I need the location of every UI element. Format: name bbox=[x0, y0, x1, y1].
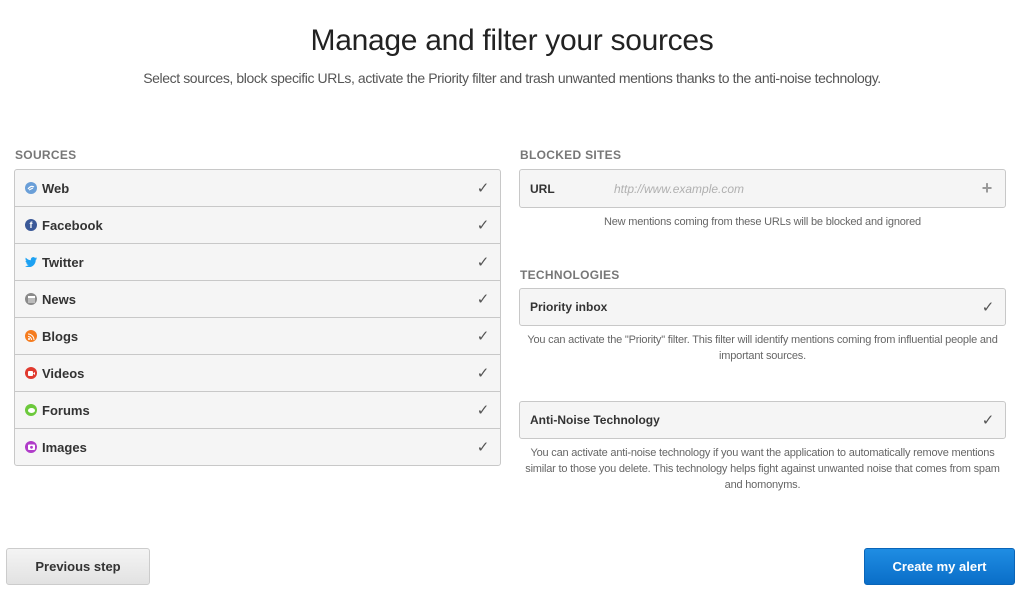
page-subtitle: Select sources, block specific URLs, act… bbox=[143, 70, 881, 86]
source-item-news[interactable]: News ✓ bbox=[15, 281, 500, 318]
checkmark-icon[interactable]: ✓ bbox=[476, 401, 490, 419]
checkmark-icon[interactable]: ✓ bbox=[476, 364, 490, 382]
source-item-forums[interactable]: Forums ✓ bbox=[15, 392, 500, 429]
tech-label: Priority inbox bbox=[530, 300, 608, 314]
tech-label: Anti-Noise Technology bbox=[530, 413, 660, 427]
checkmark-icon[interactable]: ✓ bbox=[476, 438, 490, 456]
blocked-url-input[interactable] bbox=[614, 181, 979, 196]
newspaper-icon bbox=[25, 293, 37, 305]
chat-bubble-icon bbox=[25, 404, 37, 416]
checkmark-icon[interactable]: ✓ bbox=[476, 216, 490, 234]
url-label: URL bbox=[530, 181, 555, 196]
source-item-web[interactable]: Web ✓ bbox=[15, 170, 500, 207]
camera-icon bbox=[25, 441, 37, 453]
source-label: Forums bbox=[42, 402, 90, 418]
source-label: Twitter bbox=[42, 254, 84, 270]
technologies-heading: TECHNOLOGIES bbox=[520, 268, 620, 282]
previous-step-button[interactable]: Previous step bbox=[6, 548, 150, 585]
checkmark-icon[interactable]: ✓ bbox=[981, 298, 995, 316]
blocked-sites-note: New mentions coming from these URLs will… bbox=[604, 216, 921, 228]
sources-list: Web ✓ f Facebook ✓ Twitter ✓ News ✓ Blog… bbox=[14, 169, 501, 466]
rss-icon bbox=[25, 330, 37, 342]
facebook-icon: f bbox=[25, 219, 37, 231]
source-item-blogs[interactable]: Blogs ✓ bbox=[15, 318, 500, 355]
page-header: Manage and filter your sources Select so… bbox=[0, 24, 1024, 86]
twitter-icon bbox=[25, 256, 37, 268]
video-icon bbox=[25, 367, 37, 379]
priority-inbox-description: You can activate the "Priority" filter. … bbox=[527, 334, 998, 362]
add-url-plus-icon[interactable]: + bbox=[979, 178, 995, 199]
page-title: Manage and filter your sources bbox=[310, 24, 714, 57]
checkmark-icon[interactable]: ✓ bbox=[476, 179, 490, 197]
source-item-facebook[interactable]: f Facebook ✓ bbox=[15, 207, 500, 244]
create-alert-button[interactable]: Create my alert bbox=[864, 548, 1015, 585]
source-label: Images bbox=[42, 439, 87, 455]
source-label: Blogs bbox=[42, 328, 79, 344]
globe-icon bbox=[25, 182, 37, 194]
source-item-videos[interactable]: Videos ✓ bbox=[15, 355, 500, 392]
sources-heading: SOURCES bbox=[15, 148, 77, 162]
checkmark-icon[interactable]: ✓ bbox=[476, 327, 490, 345]
source-item-twitter[interactable]: Twitter ✓ bbox=[15, 244, 500, 281]
source-label: Facebook bbox=[42, 217, 103, 233]
tech-item-priority-inbox[interactable]: Priority inbox ✓ bbox=[519, 288, 1006, 326]
checkmark-icon[interactable]: ✓ bbox=[476, 253, 490, 271]
blocked-url-field: URL + bbox=[519, 169, 1006, 208]
checkmark-icon[interactable]: ✓ bbox=[981, 411, 995, 429]
source-label: Videos bbox=[42, 365, 85, 381]
source-label: News bbox=[42, 291, 76, 307]
tech-item-anti-noise[interactable]: Anti-Noise Technology ✓ bbox=[519, 401, 1006, 439]
source-item-images[interactable]: Images ✓ bbox=[15, 429, 500, 465]
anti-noise-description: You can activate anti-noise technology i… bbox=[525, 447, 1000, 491]
checkmark-icon[interactable]: ✓ bbox=[476, 290, 490, 308]
blocked-sites-heading: BLOCKED SITES bbox=[520, 148, 622, 162]
source-label: Web bbox=[42, 180, 70, 196]
